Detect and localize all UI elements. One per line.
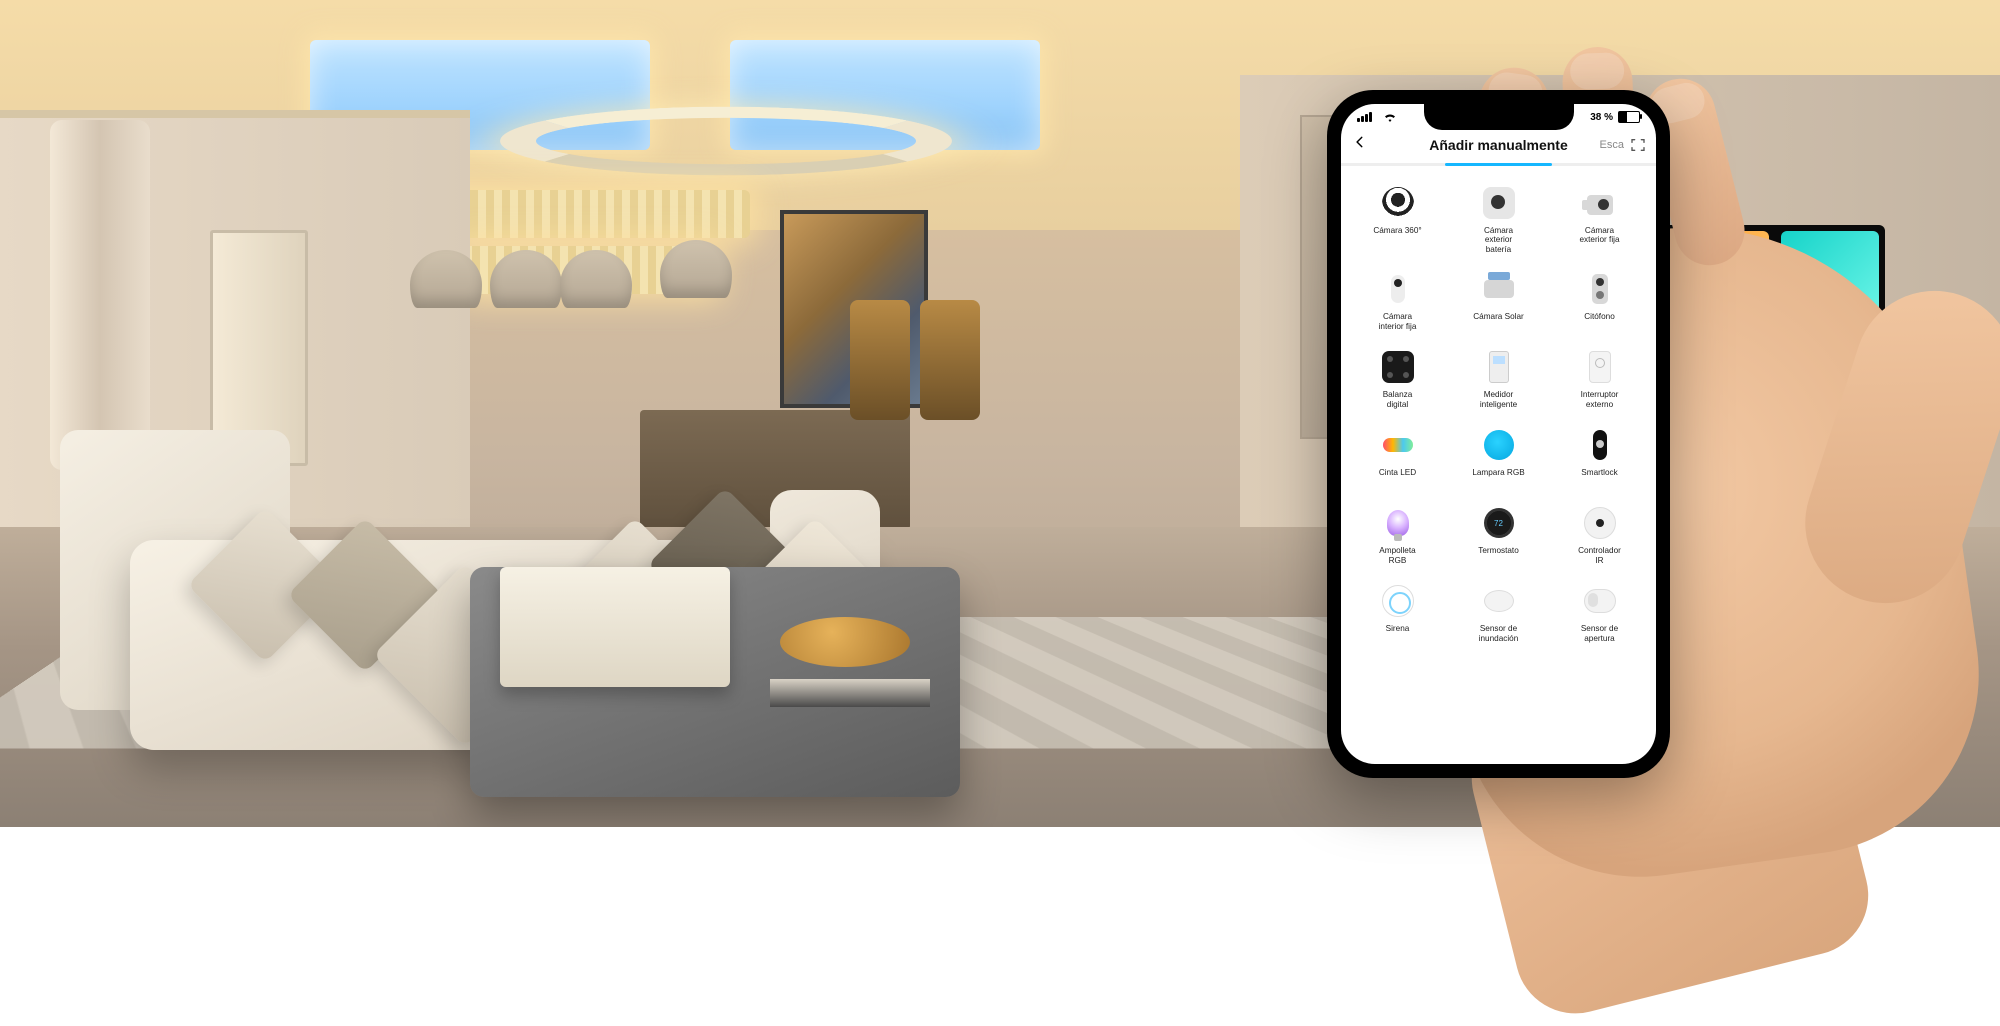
battery-icon xyxy=(1618,111,1640,123)
camara-ext-bateria-icon xyxy=(1480,184,1518,222)
tab-indicator xyxy=(1341,163,1656,166)
phone-notch xyxy=(1424,104,1574,130)
device-label: Smartlock xyxy=(1581,468,1617,488)
citofono-icon xyxy=(1581,270,1619,308)
ampolleta-rgb-icon xyxy=(1379,504,1417,542)
device-label: Citófono xyxy=(1584,312,1615,332)
device-cinta-led[interactable]: Cinta LED xyxy=(1347,420,1448,494)
device-camara-ext-fija[interactable]: Cámara exterior fija xyxy=(1549,178,1650,260)
device-label: Cámara exterior batería xyxy=(1484,226,1513,254)
device-camara-solar[interactable]: Cámara Solar xyxy=(1448,264,1549,338)
header-title: Añadir manualmente xyxy=(1429,137,1567,153)
device-label: Sensor de apertura xyxy=(1581,624,1618,644)
camara-360-icon xyxy=(1379,184,1417,222)
device-label: Cámara exterior fija xyxy=(1579,226,1619,246)
device-camara-ext-bateria[interactable]: Cámara exterior batería xyxy=(1448,178,1549,260)
device-label: Cámara Solar xyxy=(1473,312,1524,332)
device-label: Ampolleta RGB xyxy=(1379,546,1415,566)
camara-int-fija-icon xyxy=(1379,270,1417,308)
signal-icon xyxy=(1357,112,1372,122)
scan-button[interactable]: Esca xyxy=(1600,137,1646,153)
camara-solar-icon xyxy=(1480,270,1518,308)
medidor-inteligente-icon xyxy=(1480,348,1518,386)
device-termostato[interactable]: Termostato xyxy=(1448,498,1549,572)
statue xyxy=(850,300,910,420)
device-sensor-inundacion[interactable]: Sensor de inundación xyxy=(1448,576,1549,650)
device-interruptor-externo[interactable]: Interruptor externo xyxy=(1549,342,1650,416)
back-button[interactable] xyxy=(1353,135,1373,155)
device-label: Sirena xyxy=(1386,624,1410,644)
device-label: Controlador IR xyxy=(1578,546,1621,566)
tray xyxy=(500,567,730,687)
chevron-left-icon xyxy=(1353,135,1367,149)
device-label: Cinta LED xyxy=(1379,468,1416,488)
device-ampolleta-rgb[interactable]: Ampolleta RGB xyxy=(1347,498,1448,572)
statue xyxy=(920,300,980,420)
decor-bowl xyxy=(780,617,910,667)
device-citofono[interactable]: Citófono xyxy=(1549,264,1650,338)
device-lampara-rgb[interactable]: Lampara RGB xyxy=(1448,420,1549,494)
device-medidor-inteligente[interactable]: Medidor inteligente xyxy=(1448,342,1549,416)
smartphone: 38 % Añadir manualmente Esca Cámara 360°… xyxy=(1327,90,1670,778)
wifi-icon xyxy=(1384,112,1396,122)
interruptor-externo-icon xyxy=(1581,348,1619,386)
device-smartlock[interactable]: Smartlock xyxy=(1549,420,1650,494)
lampara-rgb-icon xyxy=(1480,426,1518,464)
termostato-icon xyxy=(1480,504,1518,542)
sensor-inundacion-icon xyxy=(1480,582,1518,620)
device-controlador-ir[interactable]: Controlador IR xyxy=(1549,498,1650,572)
sensor-apertura-icon xyxy=(1581,582,1619,620)
device-label: Interruptor externo xyxy=(1581,390,1619,410)
device-label: Termostato xyxy=(1478,546,1519,566)
controlador-ir-icon xyxy=(1581,504,1619,542)
ring-chandelier xyxy=(500,107,952,176)
device-sensor-apertura[interactable]: Sensor de apertura xyxy=(1549,576,1650,650)
device-label: Medidor inteligente xyxy=(1480,390,1517,410)
device-label: Cámara interior fija xyxy=(1379,312,1417,332)
cinta-led-icon xyxy=(1379,426,1417,464)
device-label: Sensor de inundación xyxy=(1479,624,1519,644)
device-label: Lampara RGB xyxy=(1472,468,1524,488)
camara-ext-fija-icon xyxy=(1581,184,1619,222)
device-grid[interactable]: Cámara 360° Cámara exterior batería Cámara… xyxy=(1341,172,1656,662)
sirena-icon xyxy=(1379,582,1417,620)
scan-label: Esca xyxy=(1600,139,1624,151)
device-label: Cámara 360° xyxy=(1373,226,1421,246)
smartlock-icon xyxy=(1581,426,1619,464)
device-balanza-digital[interactable]: Balanza digital xyxy=(1347,342,1448,416)
column xyxy=(50,120,150,470)
device-label: Balanza digital xyxy=(1383,390,1413,410)
device-camara-int-fija[interactable]: Cámara interior fija xyxy=(1347,264,1448,338)
device-camara-360[interactable]: Cámara 360° xyxy=(1347,178,1448,260)
scan-icon xyxy=(1630,137,1646,153)
device-sirena[interactable]: Sirena xyxy=(1347,576,1448,650)
phone-screen: 38 % Añadir manualmente Esca Cámara 360°… xyxy=(1341,104,1656,764)
balanza-digital-icon xyxy=(1379,348,1417,386)
battery-text: 38 % xyxy=(1590,112,1613,123)
books xyxy=(770,679,930,707)
